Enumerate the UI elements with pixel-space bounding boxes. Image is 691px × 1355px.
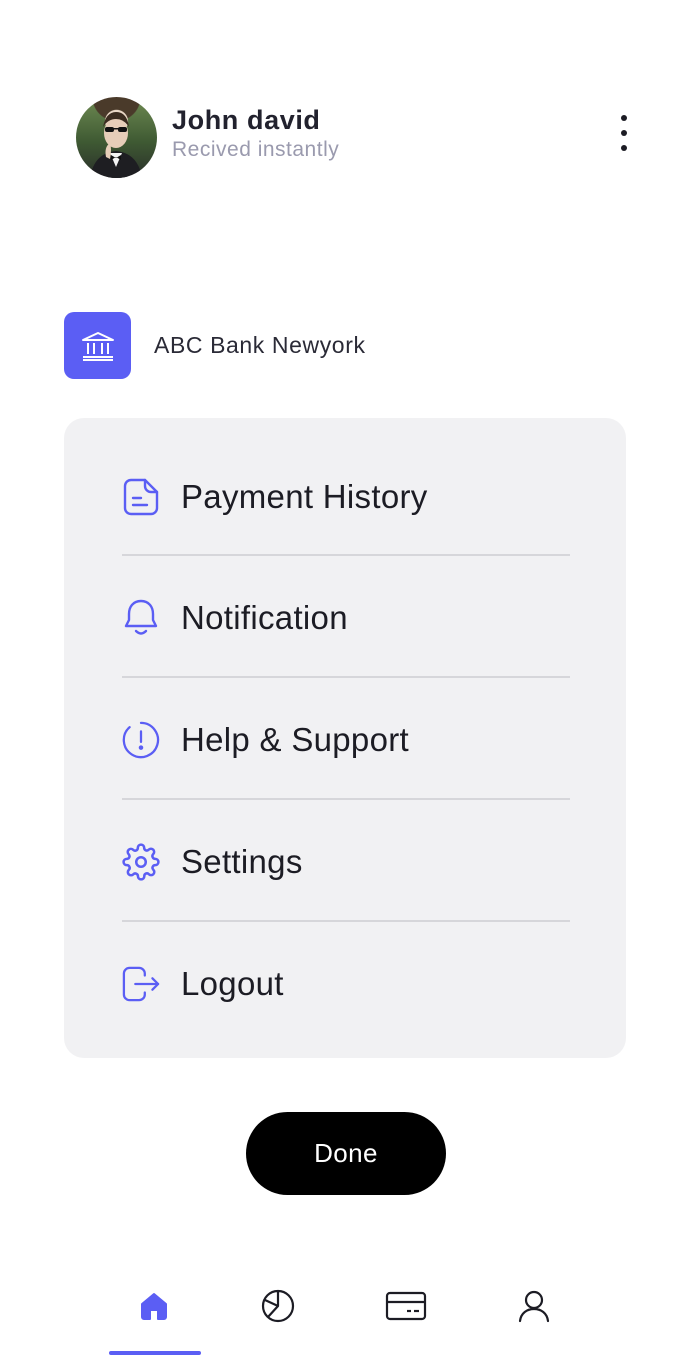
tab-cards[interactable]: [376, 1282, 436, 1330]
divider: [122, 554, 570, 556]
divider: [122, 798, 570, 800]
bottom-tab-bar: [0, 1270, 691, 1355]
menu-item-label: Notification: [181, 599, 348, 636]
menu-item-label: Settings: [181, 843, 303, 880]
menu-item-label: Payment History: [181, 478, 428, 515]
menu-item-settings[interactable]: Settings: [122, 827, 570, 897]
document-icon: [122, 478, 160, 516]
user-name: John david: [172, 105, 321, 135]
divider: [122, 920, 570, 922]
menu-item-help-support[interactable]: Help & Support: [122, 705, 570, 775]
menu-item-payment-history[interactable]: Payment History: [122, 462, 570, 532]
done-button[interactable]: Done: [246, 1112, 446, 1195]
settings-menu-card: Payment History Notification Help & Supp…: [64, 418, 626, 1058]
more-dot: [621, 115, 627, 121]
bank-name: ABC Bank Newyork: [154, 332, 366, 358]
card-icon: [385, 1291, 427, 1321]
logout-icon: [122, 965, 160, 1003]
gear-icon: [122, 843, 160, 881]
menu-item-logout[interactable]: Logout: [122, 949, 570, 1019]
tab-analytics[interactable]: [248, 1282, 308, 1330]
avatar[interactable]: [76, 97, 157, 178]
tab-home[interactable]: [124, 1282, 184, 1330]
menu-item-label: Logout: [181, 965, 284, 1002]
bell-icon: [122, 599, 160, 637]
home-icon: [141, 1293, 167, 1320]
user-icon: [518, 1290, 550, 1323]
menu-item-label: Help & Support: [181, 721, 409, 758]
menu-item-notification[interactable]: Notification: [122, 583, 570, 653]
pie-chart-icon: [261, 1289, 295, 1323]
more-dot: [621, 130, 627, 136]
active-tab-indicator: [109, 1351, 201, 1355]
more-dot: [621, 145, 627, 151]
bank-account-row[interactable]: ABC Bank Newyork: [64, 312, 464, 379]
more-options-icon[interactable]: [612, 115, 636, 151]
tab-profile[interactable]: [504, 1282, 564, 1330]
info-alert-icon: [122, 721, 160, 759]
divider: [122, 676, 570, 678]
profile-header: John david Recived instantly: [76, 97, 636, 179]
user-subtitle: Recived instantly: [172, 138, 340, 161]
bank-icon: [64, 312, 131, 379]
